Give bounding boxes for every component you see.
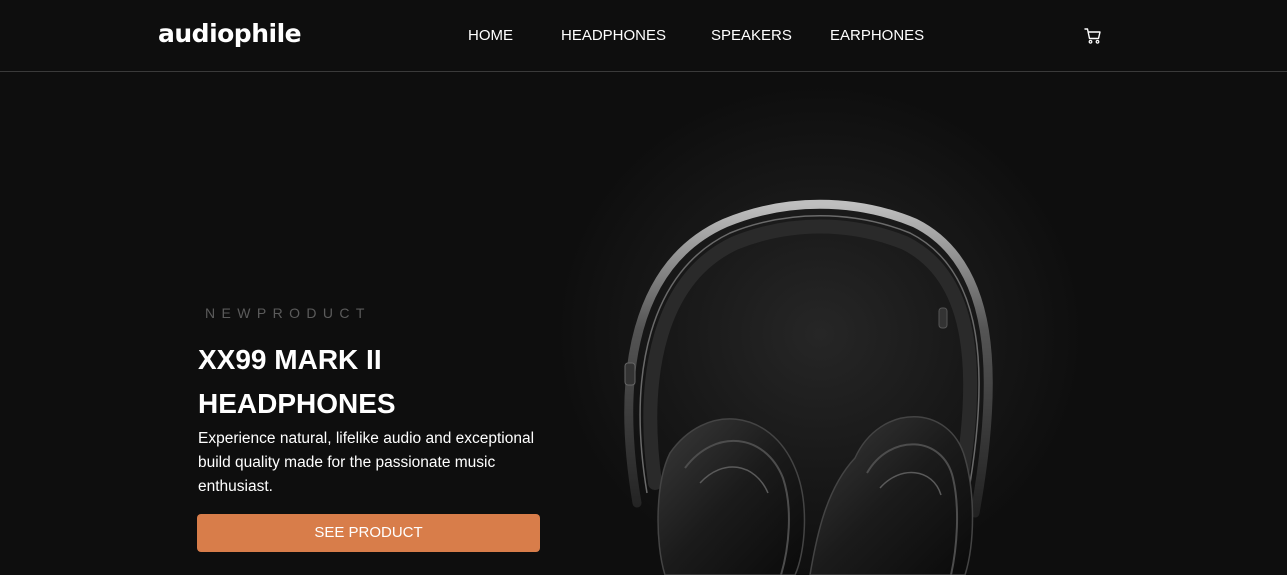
nav-item-earphones[interactable]: EARPHONES [830,26,924,46]
nav-item-speakers[interactable]: SPEAKERS [711,26,792,46]
nav-item-home[interactable]: HOME [468,26,513,46]
site-header: audiophile HOME HEADPHONES SPEAKERS EARP… [0,0,1287,72]
page: audiophile HOME HEADPHONES SPEAKERS EARP… [0,0,1287,575]
cart-icon-svg [1084,28,1101,44]
hero-title: XX99 MARK II HEADPHONES [198,338,538,426]
nav-item-headphones[interactable]: HEADPHONES [561,26,666,46]
headphones-image [555,73,1085,575]
new-product-overline: NEWPRODUCT [205,305,371,321]
cart-icon[interactable] [1084,27,1102,45]
see-product-button[interactable]: SEE PRODUCT [197,514,540,552]
logo[interactable]: audiophile [158,18,302,50]
hero-description: Experience natural, lifelike audio and e… [198,430,535,495]
hero-title-line2: HEADPHONES [198,388,396,419]
hero-title-line1: XX99 MARK II [198,344,382,375]
